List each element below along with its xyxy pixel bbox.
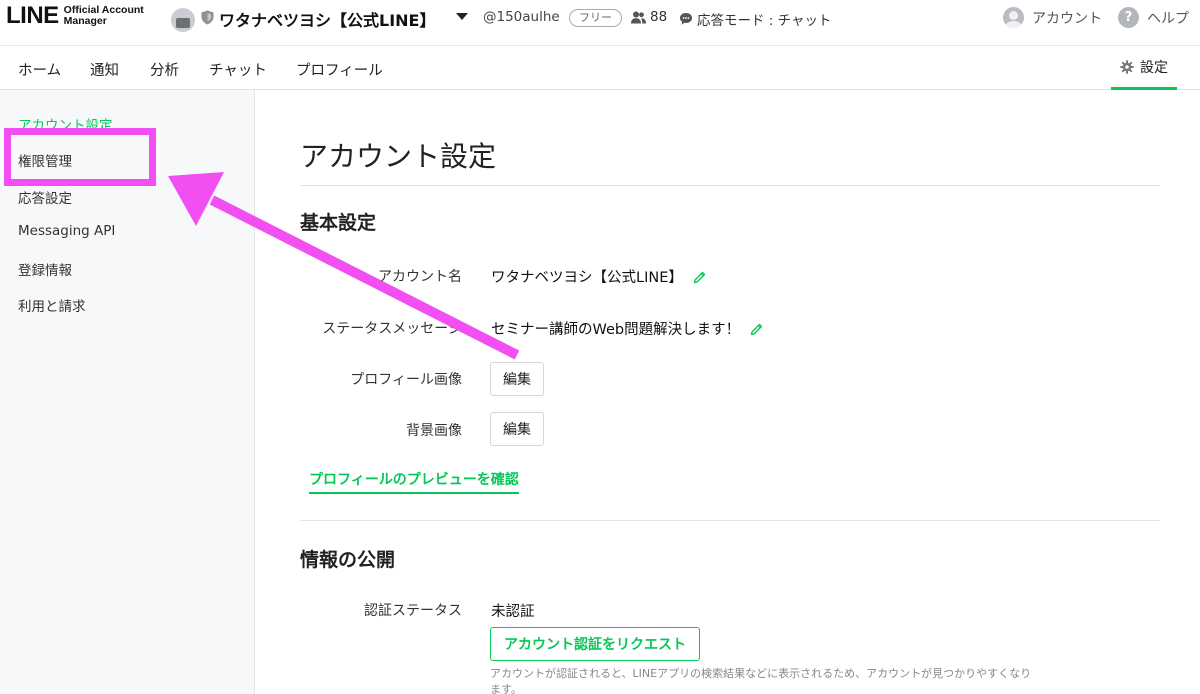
sidebar-item-registration-info[interactable]: 登録情報: [18, 259, 72, 279]
settings-main: アカウント設定 基本設定 アカウント名 ワタナベツヨシ【公式LINE】 ステータ…: [256, 90, 1200, 694]
sidebar-item-response-settings[interactable]: 応答設定: [18, 187, 72, 207]
friends-icon: [631, 11, 646, 23]
account-name-row: ワタナベツヨシ【公式LINE】: [491, 266, 707, 287]
edit-background-image-button[interactable]: 編集: [490, 412, 544, 446]
plan-badge: フリー: [569, 9, 622, 27]
sidebar-item-billing[interactable]: 利用と請求: [18, 295, 86, 315]
friends-count-value: 88: [650, 9, 668, 25]
annotation-highlight-box: [4, 128, 156, 186]
account-menu-label: アカウント: [1032, 10, 1102, 27]
status-message-row: セミナー講師のWeb問題解決します！: [491, 318, 764, 339]
account-id: @150aulhe: [483, 9, 560, 25]
request-verification-button[interactable]: アカウント認証をリクエスト: [490, 627, 700, 661]
chat-bubble-icon: [680, 13, 692, 25]
gear-icon: [1120, 59, 1134, 74]
edit-pencil-icon[interactable]: [750, 322, 764, 336]
tab-chat[interactable]: チャット: [209, 59, 267, 80]
publish-info-heading: 情報の公開: [300, 549, 396, 571]
friends-count[interactable]: 88: [631, 9, 667, 25]
edit-profile-image-button[interactable]: 編集: [490, 362, 544, 396]
tab-notifications[interactable]: 通知: [90, 59, 119, 80]
shield-icon: [201, 10, 214, 25]
top-header: LINE Official Account Manager ワタナベツヨシ【公式…: [0, 0, 1200, 44]
help-icon: ?: [1118, 7, 1139, 28]
verification-note: アカウントが認証されると、LINEアプリの検索結果などに表示されるため、アカウン…: [490, 667, 1032, 694]
sidebar-item-messaging-api[interactable]: Messaging API: [18, 223, 115, 239]
divider: [300, 185, 1160, 186]
response-mode[interactable]: 応答モード : チャット: [679, 9, 832, 29]
background-image-label: 背景画像: [406, 423, 462, 439]
profile-preview-link[interactable]: プロフィールのプレビューを確認: [309, 469, 519, 494]
verify-status-label: 認証ステータス: [364, 603, 462, 619]
account-avatar[interactable]: [171, 8, 195, 32]
account-switcher-name[interactable]: ワタナベツヨシ【公式LINE】: [219, 7, 435, 31]
user-avatar-icon: [1003, 7, 1024, 28]
tab-profile[interactable]: プロフィール: [296, 59, 383, 80]
account-menu[interactable]: アカウント: [1003, 7, 1102, 28]
profile-image-label: プロフィール画像: [350, 372, 462, 388]
tab-analytics[interactable]: 分析: [150, 59, 179, 80]
status-message-label: ステータスメッセージ: [322, 321, 462, 337]
basic-settings-heading: 基本設定: [300, 212, 377, 234]
divider: [300, 520, 1160, 521]
main-nav: ホーム 通知 分析 チャット プロフィール 設定: [0, 45, 1200, 90]
account-name-value: ワタナベツヨシ【公式LINE】: [491, 270, 683, 286]
tab-settings[interactable]: 設定: [1111, 46, 1177, 90]
help-menu[interactable]: ? ヘルプ: [1118, 7, 1189, 28]
account-name-label: アカウント名: [378, 269, 462, 285]
response-mode-label: 応答モード : チャット: [697, 13, 832, 29]
line-oa-logo[interactable]: LINE Official Account Manager: [6, 4, 150, 28]
status-message-value: セミナー講師のWeb問題解決します！: [491, 322, 741, 338]
edit-pencil-icon[interactable]: [693, 270, 707, 284]
logo-wordmark: LINE: [6, 2, 59, 29]
page-title: アカウント設定: [300, 140, 497, 173]
help-menu-label: ヘルプ: [1147, 10, 1189, 27]
logo-subtitle: Official Account Manager: [63, 4, 144, 27]
tab-settings-label: 設定: [1140, 59, 1168, 76]
verify-status-value: 未認証: [491, 604, 535, 620]
tab-home[interactable]: ホーム: [18, 59, 61, 80]
chevron-down-icon[interactable]: [456, 13, 468, 20]
